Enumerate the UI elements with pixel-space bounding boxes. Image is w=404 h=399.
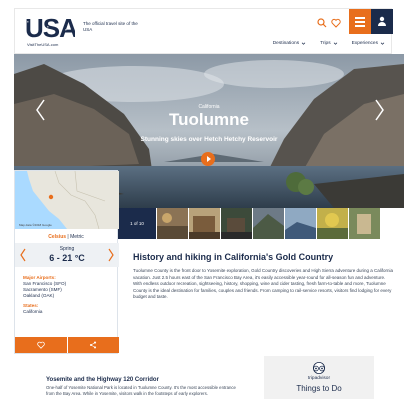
section-body: One-half of Yosemite National Park is lo… [46, 385, 236, 396]
share-button[interactable] [66, 337, 119, 353]
account-button[interactable] [371, 9, 393, 34]
section-title: Yosemite and the Highway 120 Corridor [46, 377, 159, 383]
heart-icon [37, 341, 45, 349]
panel-actions [15, 337, 119, 353]
tripadvisor-card[interactable]: tripadvisor Things to Do [264, 356, 374, 399]
unit-toggle: Celsius | Metric [48, 234, 84, 240]
thumbnail[interactable] [253, 208, 284, 239]
search-icon[interactable] [317, 18, 327, 28]
chevron-down-icon [380, 42, 385, 45]
map-pin-icon [48, 194, 54, 200]
thumbnail[interactable] [349, 208, 380, 239]
heart-icon[interactable] [331, 18, 341, 28]
chevron-down-icon [301, 42, 306, 45]
weather-widget: Spring 6 - 21 °C [15, 243, 119, 267]
thumbnail[interactable] [317, 208, 348, 239]
gallery-thumbnails: 1 of 10 [118, 208, 404, 239]
favorite-button[interactable] [15, 337, 67, 353]
destination-facts: Major Airports: San Francisco (SFO) Sacr… [23, 275, 66, 315]
season-next-arrow[interactable] [107, 248, 115, 262]
hamburger-menu-icon [355, 17, 365, 19]
airport-item: Oakland (OAK) [23, 293, 55, 298]
hero-title: Tuolumne [169, 110, 249, 129]
site-tagline: The official travel site of the USA [83, 21, 138, 32]
chevron-down-icon [333, 42, 337, 45]
article-body: Tuolumne County is the front door to Yos… [133, 268, 393, 300]
temperature-range: 6 - 21 °C [49, 253, 85, 263]
things-to-do-label: Things to Do [296, 384, 342, 393]
thumbnail[interactable] [285, 208, 316, 239]
logo-subtitle: VisitTheUSA.com [27, 42, 59, 47]
site-header: USA VisitTheUSA.com The official travel … [14, 8, 393, 54]
hero-caption: Stunning skies over Hetch Hetchy Reservo… [140, 136, 278, 143]
user-icon [378, 16, 386, 26]
gallery-counter: 1 of 10 [118, 208, 156, 239]
nav-destinations[interactable]: Destinations [273, 41, 306, 46]
thumbnail[interactable] [157, 208, 188, 239]
usa-logo[interactable]: USA [25, 15, 75, 41]
tripadvisor-owl-icon [313, 362, 325, 374]
season-label: Spring [59, 246, 75, 252]
share-icon [90, 341, 97, 349]
hamburger-menu-button[interactable] [349, 9, 371, 34]
destination-info-panel: Map data ©2018 Google Celsius | Metric S… [14, 170, 119, 354]
svg-text:USA: USA [25, 15, 75, 41]
main-nav: Destinations Trips Experiences [273, 41, 385, 46]
thumbnail[interactable] [221, 208, 252, 239]
play-video-button[interactable] [201, 152, 215, 166]
map-caption: Map data ©2018 Google [19, 223, 52, 227]
tripadvisor-wordmark: tripadvisor [307, 376, 331, 381]
location-map[interactable]: Map data ©2018 Google [15, 171, 119, 229]
nav-trips[interactable]: Trips [320, 41, 337, 46]
thumbnail[interactable] [189, 208, 220, 239]
nav-experiences[interactable]: Experiences [352, 41, 385, 46]
article-title: History and hiking in California's Gold … [133, 252, 334, 262]
metric-toggle[interactable]: Metric [70, 234, 84, 240]
celsius-toggle[interactable]: Celsius [48, 234, 66, 240]
state-value: California [23, 309, 43, 314]
